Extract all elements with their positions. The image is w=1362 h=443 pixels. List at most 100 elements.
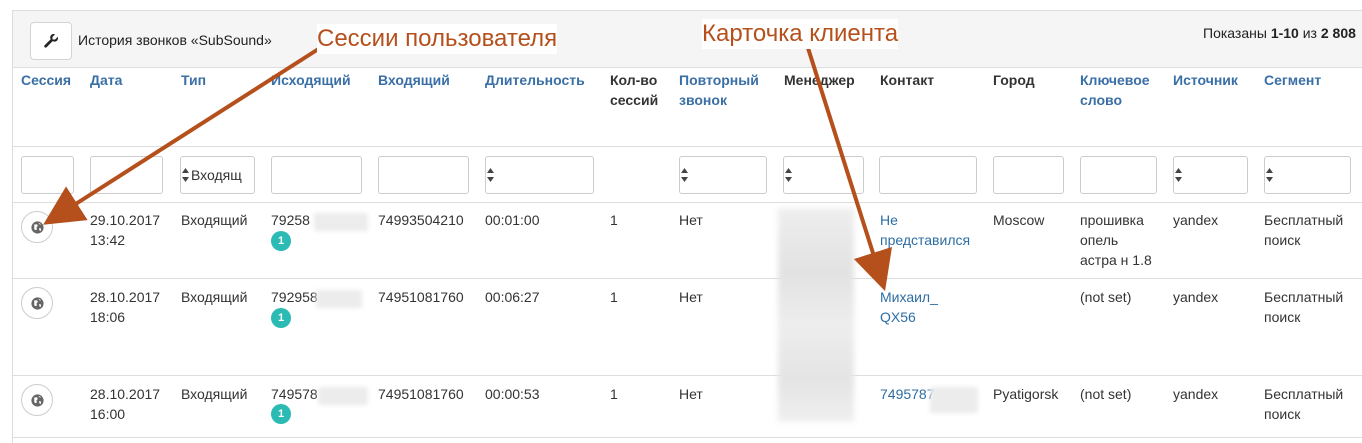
filter-type-select[interactable]: Входящ bbox=[180, 156, 255, 194]
call-date: 29.10.2017 13:42 bbox=[90, 210, 160, 250]
column-session[interactable]: Сессия bbox=[21, 70, 71, 90]
divider bbox=[12, 202, 1362, 203]
filter-session-input[interactable] bbox=[21, 156, 74, 194]
column-keyword-line2: слово bbox=[1080, 92, 1123, 108]
repeat-call: Нет bbox=[679, 289, 703, 305]
keyword-line1: прошивка bbox=[1080, 212, 1144, 228]
segment: Бесплатный поиск bbox=[1264, 384, 1343, 424]
segment: Бесплатный поиск bbox=[1264, 210, 1343, 250]
contact-line1: Михаил_ bbox=[880, 289, 938, 305]
filter-date-input[interactable] bbox=[90, 156, 163, 194]
summary-mid: из bbox=[1298, 25, 1321, 41]
call-date-time: 16:00 bbox=[90, 406, 126, 422]
callout-client-card: Карточка клиента bbox=[702, 19, 899, 49]
call-type: Входящий bbox=[181, 289, 248, 305]
divider bbox=[12, 375, 1362, 376]
settings-button[interactable] bbox=[30, 22, 72, 60]
filter-incoming-input[interactable] bbox=[378, 156, 469, 194]
segment-line2: поиск bbox=[1264, 232, 1301, 248]
divider bbox=[12, 437, 1362, 438]
call-date-day: 28.10.2017 bbox=[90, 289, 161, 305]
sort-arrows-icon bbox=[1175, 168, 1182, 182]
column-keyword[interactable]: Ключевое слово bbox=[1080, 70, 1150, 110]
call-date: 28.10.2017 16:00 bbox=[90, 384, 160, 424]
session-button[interactable] bbox=[21, 287, 53, 319]
column-session-count-line1: Кол-во bbox=[610, 72, 658, 88]
wrench-icon bbox=[44, 33, 58, 48]
outgoing-redacted bbox=[314, 213, 368, 231]
source: yandex bbox=[1173, 289, 1219, 305]
filter-contact-input[interactable] bbox=[879, 156, 977, 194]
callout-user-sessions: Сессии пользователя bbox=[317, 24, 558, 54]
call-date: 28.10.2017 18:06 bbox=[90, 287, 160, 327]
session-button[interactable] bbox=[21, 384, 53, 416]
keyword: прошивка опель астра н 1.8 bbox=[1080, 210, 1152, 270]
filter-duration-select[interactable] bbox=[485, 156, 594, 194]
outgoing-number: 792958 bbox=[271, 289, 318, 305]
summary-range: 1-10 bbox=[1270, 25, 1299, 41]
contact-link[interactable]: Не представился bbox=[880, 210, 970, 250]
sort-arrows-icon bbox=[182, 168, 189, 182]
globe-icon bbox=[30, 220, 44, 234]
outgoing-number: 749578 bbox=[271, 386, 318, 402]
outgoing-number: 79258 bbox=[271, 212, 310, 228]
duration: 00:01:00 bbox=[485, 212, 540, 228]
summary-prefix: Показаны bbox=[1203, 25, 1271, 41]
duration: 00:00:53 bbox=[485, 386, 540, 402]
contact-line1: Не bbox=[880, 212, 898, 228]
column-source[interactable]: Источник bbox=[1173, 70, 1238, 90]
incoming-number: 74993504210 bbox=[378, 212, 464, 228]
incoming-number: 74951081760 bbox=[378, 289, 464, 305]
segment-line1: Бесплатный bbox=[1264, 212, 1344, 228]
segment: Бесплатный поиск bbox=[1264, 287, 1343, 327]
panel-title: История звонков «SubSound» bbox=[78, 32, 272, 48]
repeat-call: Нет bbox=[679, 386, 703, 402]
column-type[interactable]: Тип bbox=[181, 70, 206, 90]
call-date-time: 13:42 bbox=[90, 232, 126, 248]
call-type: Входящий bbox=[181, 212, 248, 228]
filter-segment-select[interactable] bbox=[1264, 156, 1351, 194]
contact-link[interactable]: 7495787 bbox=[880, 384, 935, 404]
filter-outgoing-input[interactable] bbox=[271, 156, 362, 194]
sort-arrows-icon bbox=[1266, 168, 1273, 182]
call-date-day: 28.10.2017 bbox=[90, 386, 161, 402]
sessions-badge[interactable]: 1 bbox=[271, 308, 291, 328]
filter-repeat-select[interactable] bbox=[679, 156, 767, 194]
sort-arrows-icon bbox=[681, 168, 688, 182]
contact-line2: представился bbox=[880, 232, 971, 248]
keyword: (not set) bbox=[1080, 386, 1132, 402]
column-repeat-call-line2: звонок bbox=[679, 92, 727, 108]
column-segment[interactable]: Сегмент bbox=[1264, 70, 1321, 90]
sessions-badge[interactable]: 1 bbox=[271, 231, 291, 251]
outgoing-redacted bbox=[318, 387, 368, 405]
column-session-count: Кол-во сессий bbox=[610, 70, 658, 110]
source: yandex bbox=[1173, 212, 1219, 228]
call-date-time: 18:06 bbox=[90, 309, 126, 325]
column-outgoing[interactable]: Исходящий bbox=[271, 70, 351, 90]
filter-source-select[interactable] bbox=[1173, 156, 1248, 194]
city: Pyatigorsk bbox=[993, 386, 1059, 402]
globe-icon bbox=[30, 393, 44, 407]
divider bbox=[12, 278, 1362, 279]
source: yandex bbox=[1173, 386, 1219, 402]
keyword: (not set) bbox=[1080, 289, 1132, 305]
column-city: Город bbox=[993, 72, 1035, 88]
contact-line2: QX56 bbox=[880, 309, 916, 325]
filter-keyword-input[interactable] bbox=[1080, 156, 1157, 194]
filter-city-input[interactable] bbox=[993, 156, 1064, 194]
manager-redacted bbox=[778, 208, 854, 422]
contact-link[interactable]: Михаил_ QX56 bbox=[880, 287, 938, 327]
column-duration[interactable]: Длительность bbox=[485, 70, 585, 90]
session-button[interactable] bbox=[21, 211, 53, 243]
sessions-badge[interactable]: 1 bbox=[271, 404, 291, 424]
column-incoming[interactable]: Входящий bbox=[378, 70, 450, 90]
column-repeat-call[interactable]: Повторный звонок bbox=[679, 70, 759, 110]
summary-total: 2 808 bbox=[1320, 25, 1356, 41]
column-date[interactable]: Дата bbox=[90, 70, 122, 90]
column-contact: Контакт bbox=[880, 72, 935, 88]
pagination-summary: Показаны 1-10 из 2 808 bbox=[1203, 25, 1356, 41]
city: Moscow bbox=[993, 212, 1045, 228]
segment-line2: поиск bbox=[1264, 309, 1301, 325]
contact-redacted bbox=[930, 387, 978, 413]
filter-manager-select[interactable] bbox=[783, 156, 864, 194]
